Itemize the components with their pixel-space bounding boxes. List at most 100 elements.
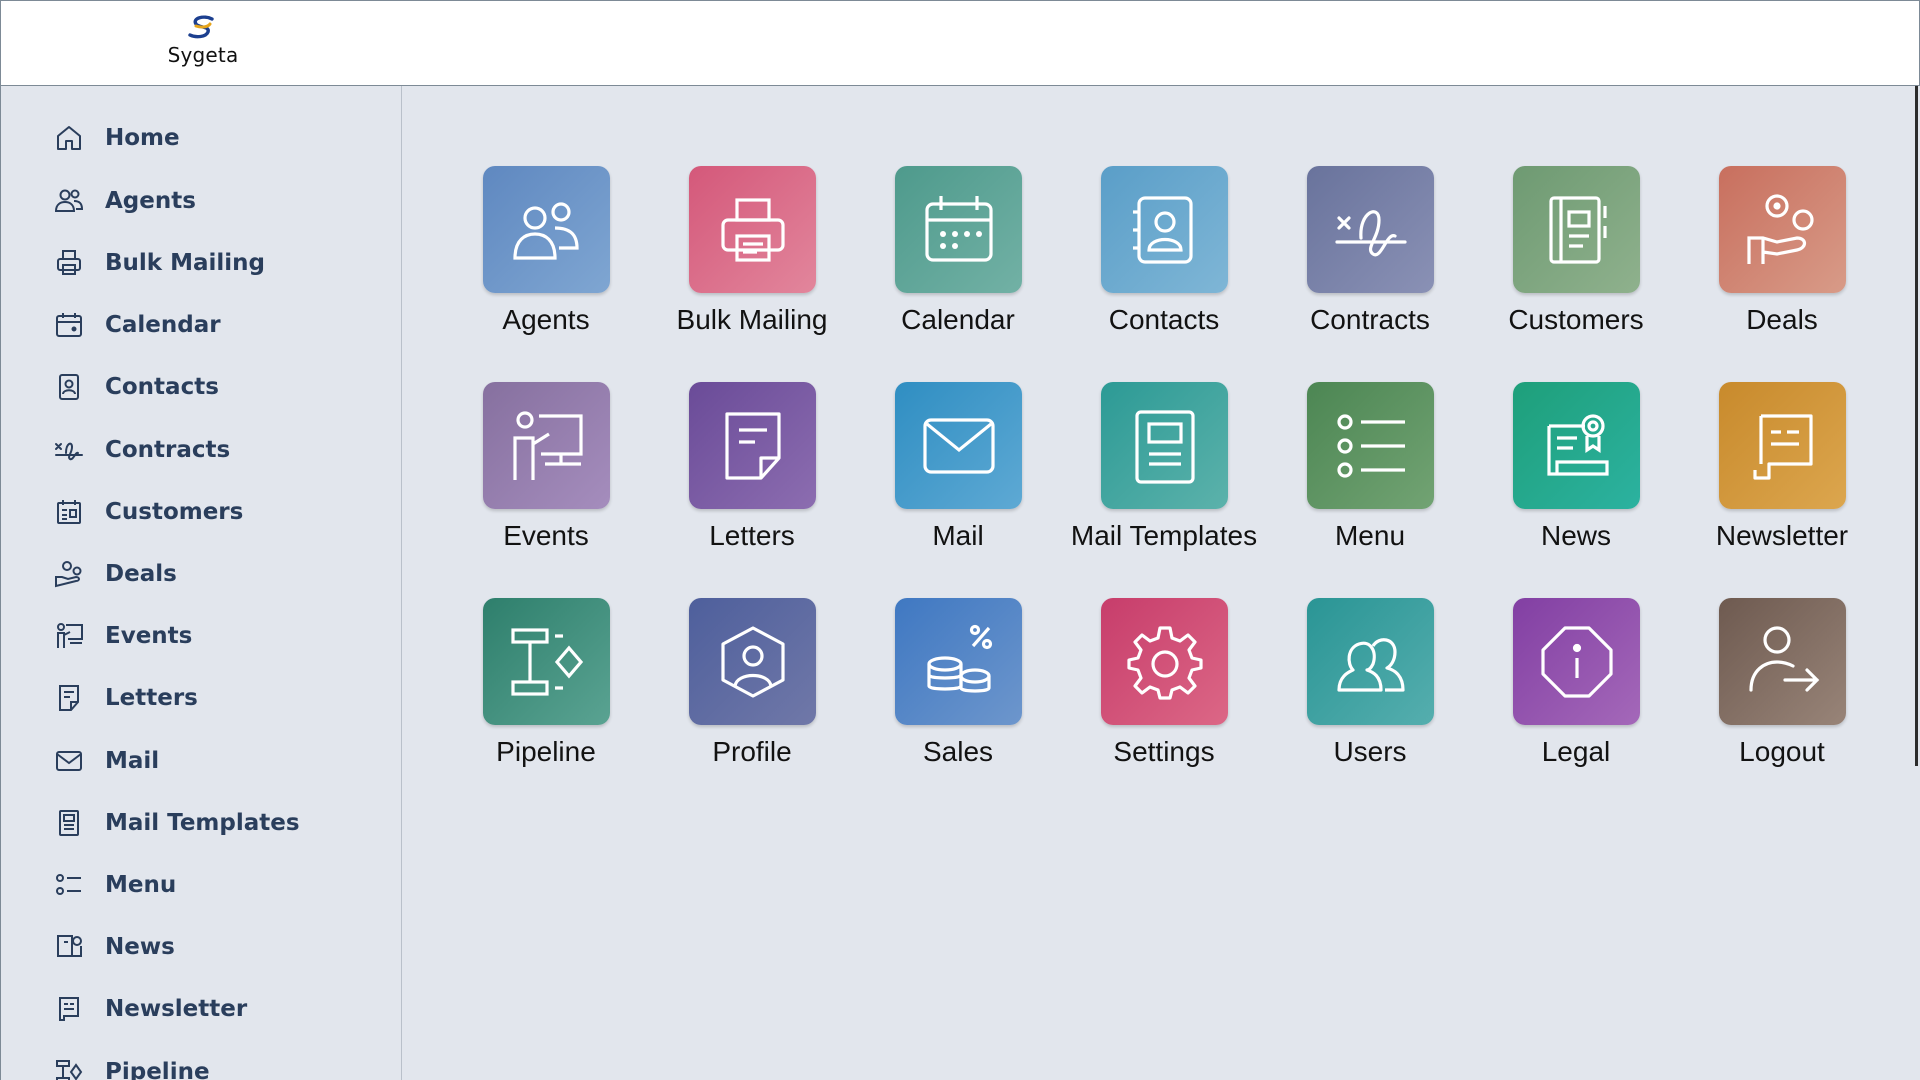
mail-icon xyxy=(895,382,1022,509)
contact-card-icon xyxy=(1101,166,1228,293)
printer-icon xyxy=(689,166,816,293)
tile-newsletter[interactable]: Newsletter xyxy=(1672,382,1872,562)
printer-icon xyxy=(51,245,87,281)
sidebar-item-label: Bulk Mailing xyxy=(105,250,265,276)
sidebar-item-label: Mail xyxy=(105,748,160,774)
pipeline-icon xyxy=(51,1054,87,1080)
tile-events[interactable]: Events xyxy=(436,382,636,562)
pipeline-icon xyxy=(483,598,610,725)
tile-agents[interactable]: Agents xyxy=(436,166,636,346)
letter-icon xyxy=(51,680,87,716)
contact-card-icon xyxy=(51,369,87,405)
customers-icon xyxy=(1513,166,1640,293)
sidebar-item-label: Newsletter xyxy=(105,996,248,1022)
sidebar-item-events[interactable]: Events xyxy=(51,616,192,656)
profile-icon xyxy=(689,598,816,725)
tile-contacts[interactable]: Contacts xyxy=(1054,166,1254,346)
info-octagon-icon xyxy=(1513,598,1640,725)
tile-settings[interactable]: Settings xyxy=(1054,598,1254,778)
sidebar-item-newsletter[interactable]: Newsletter xyxy=(51,989,247,1029)
agents-icon xyxy=(483,166,610,293)
sidebar: Home Agents Bulk Mailing Calendar Contac… xyxy=(0,86,402,1080)
deals-icon xyxy=(1719,166,1846,293)
tile-calendar[interactable]: Calendar xyxy=(848,166,1048,346)
sidebar-item-pipeline[interactable]: Pipeline xyxy=(51,1052,210,1080)
sidebar-item-contacts[interactable]: Contacts xyxy=(51,367,219,407)
newsletter-icon xyxy=(51,991,87,1027)
tile-letters[interactable]: Letters xyxy=(642,382,842,562)
news-icon xyxy=(1513,382,1640,509)
menu-list-icon xyxy=(1307,382,1434,509)
deals-icon xyxy=(51,556,87,592)
sidebar-item-label: Calendar xyxy=(105,312,221,338)
sidebar-item-label: Menu xyxy=(105,872,177,898)
sidebar-item-customers[interactable]: Customers xyxy=(51,492,243,532)
mail-icon xyxy=(51,743,87,779)
sidebar-item-label: Letters xyxy=(105,685,198,711)
tile-mail-templates[interactable]: Mail Templates xyxy=(1054,382,1257,562)
calendar-icon xyxy=(895,166,1022,293)
sidebar-item-deals[interactable]: Deals xyxy=(51,554,177,594)
presentation-icon xyxy=(483,382,610,509)
sidebar-item-label: Contacts xyxy=(105,374,219,400)
users-icon xyxy=(1307,598,1434,725)
logo-icon xyxy=(188,15,214,39)
tile-menu[interactable]: Menu xyxy=(1260,382,1460,562)
app-name: Sygeta xyxy=(167,43,239,67)
sales-icon xyxy=(895,598,1022,725)
letter-icon xyxy=(689,382,816,509)
sidebar-item-label: Agents xyxy=(105,188,196,214)
menu-list-icon xyxy=(51,867,87,903)
customers-icon xyxy=(51,494,87,530)
tile-bulk-mailing[interactable]: Bulk Mailing xyxy=(642,166,842,346)
sidebar-item-agents[interactable]: Agents xyxy=(51,181,196,221)
scrollbar[interactable] xyxy=(1915,86,1918,766)
sidebar-item-mail-templates[interactable]: Mail Templates xyxy=(51,803,300,843)
sidebar-item-label: Customers xyxy=(105,499,244,525)
presentation-icon xyxy=(51,618,87,654)
tile-sales[interactable]: Sales xyxy=(848,598,1048,778)
tile-deals[interactable]: Deals xyxy=(1672,166,1872,346)
tile-legal[interactable]: Legal xyxy=(1466,598,1666,778)
tile-label: Deals xyxy=(1746,304,1818,335)
gear-icon xyxy=(1101,598,1228,725)
tile-users[interactable]: Users xyxy=(1260,598,1460,778)
template-icon xyxy=(1101,382,1228,509)
logout-icon xyxy=(1719,598,1846,725)
tile-contracts[interactable]: Contracts xyxy=(1260,166,1460,346)
news-icon xyxy=(51,929,87,965)
tile-logout[interactable]: Logout xyxy=(1672,598,1872,778)
agents-icon xyxy=(51,183,87,219)
tile-pipeline[interactable]: Pipeline xyxy=(436,598,636,778)
app-logo[interactable]: Sygeta xyxy=(163,15,243,73)
sidebar-item-label: Home xyxy=(105,125,180,151)
tile-customers[interactable]: Customers xyxy=(1466,166,1666,346)
top-bar: Sygeta xyxy=(0,0,1920,86)
signature-icon xyxy=(1307,166,1434,293)
sidebar-item-label: News xyxy=(105,934,175,960)
home-icon xyxy=(51,120,87,156)
sidebar-item-label: Mail Templates xyxy=(105,810,300,836)
newsletter-icon xyxy=(1719,382,1846,509)
sidebar-item-home[interactable]: Home xyxy=(51,118,180,158)
sidebar-item-label: Contracts xyxy=(105,437,231,463)
sidebar-item-mail[interactable]: Mail xyxy=(51,741,159,781)
sidebar-item-bulk-mailing[interactable]: Bulk Mailing xyxy=(51,243,265,283)
sidebar-item-menu[interactable]: Menu xyxy=(51,865,176,905)
app-launcher: Agents Bulk Mailing Calendar Contacts Co… xyxy=(402,86,1920,1080)
sidebar-item-label: Events xyxy=(105,623,193,649)
sidebar-item-label: Deals xyxy=(105,561,177,587)
sidebar-item-label: Pipeline xyxy=(105,1059,210,1080)
tile-label: Logout xyxy=(1739,736,1825,767)
sidebar-item-news[interactable]: News xyxy=(51,927,175,967)
tile-mail[interactable]: Mail xyxy=(848,382,1048,562)
signature-icon xyxy=(51,432,87,468)
tile-label: Newsletter xyxy=(1715,520,1849,551)
sidebar-item-contracts[interactable]: Contracts xyxy=(51,430,230,470)
tile-news[interactable]: News xyxy=(1466,382,1666,562)
sidebar-item-letters[interactable]: Letters xyxy=(51,678,198,718)
template-icon xyxy=(51,805,87,841)
sidebar-item-calendar[interactable]: Calendar xyxy=(51,305,221,345)
tile-profile[interactable]: Profile xyxy=(642,598,842,778)
calendar-icon xyxy=(51,307,87,343)
